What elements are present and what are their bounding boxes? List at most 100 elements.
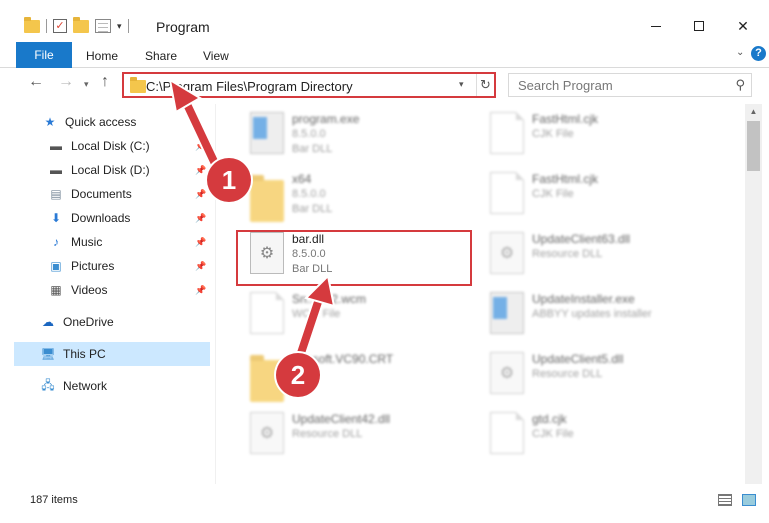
sidebar-item-onedrive[interactable]: ☁ OneDrive <box>40 310 114 334</box>
pin-icon[interactable]: 📌 <box>195 213 206 224</box>
pin-icon[interactable]: 📌 <box>195 261 206 272</box>
pin-icon[interactable]: 📌 <box>195 141 206 152</box>
sidebar-item-pictures[interactable]: ▣ Pictures <box>48 254 114 278</box>
file-name: UpdateClient5.dll <box>532 352 624 366</box>
list-item[interactable]: x64 8.5.0.0 Bar DLL <box>240 168 470 228</box>
minimize-button[interactable] <box>633 10 679 42</box>
sidebar-item-this-pc[interactable]: 🖥 This PC <box>40 342 106 366</box>
close-button[interactable]: ✕ <box>720 10 766 42</box>
search-icon[interactable]: ⚲ <box>735 77 745 93</box>
list-item[interactable]: FastHtml.cjk CJK File <box>480 168 710 228</box>
sidebar-item-network[interactable]: 🖧 Network <box>40 374 107 398</box>
expand-ribbon-icon[interactable]: ⌄ <box>736 47 744 58</box>
file-detail: Bar DLL <box>292 143 333 155</box>
new-folder-icon[interactable] <box>73 16 89 33</box>
file-detail: CJK File <box>532 128 574 140</box>
file-name: Sn...P12.wcm <box>292 292 367 306</box>
scroll-up-icon[interactable]: ▲ <box>745 104 762 120</box>
sidebar-item-local-disk-c[interactable]: ▬ Local Disk (C:) <box>48 134 150 158</box>
tab-share[interactable]: Share <box>145 49 177 63</box>
file-detail: CJK File <box>532 428 574 440</box>
address-row: ← → ▾ ↑ C:\Program Files\Program Directo… <box>0 68 769 100</box>
scrollbar-thumb[interactable] <box>747 121 760 171</box>
document-icon <box>490 412 524 454</box>
vertical-scrollbar[interactable]: ▲ <box>745 104 762 484</box>
tab-file[interactable]: File <box>16 42 72 68</box>
up-arrow-icon[interactable]: ↑ <box>101 73 109 91</box>
sidebar-item-documents[interactable]: ▤ Documents <box>48 182 132 206</box>
properties-check-icon[interactable]: ✓ <box>53 19 67 33</box>
tab-view[interactable]: View <box>203 49 229 63</box>
sidebar-item-music[interactable]: ♪ Music <box>48 230 102 254</box>
list-item[interactable]: UpdateInstaller.exe ABBYY updates instal… <box>480 288 710 348</box>
help-icon[interactable]: ? <box>751 46 766 61</box>
search-input[interactable]: Search Program ⚲ <box>508 73 752 97</box>
document-icon <box>490 172 524 214</box>
pin-icon[interactable]: 📌 <box>195 237 206 248</box>
refresh-icon[interactable]: ↻ <box>476 74 494 96</box>
list-item[interactable]: ...rosoft.VC90.CRT <box>240 348 470 408</box>
folder-icon <box>130 77 146 93</box>
file-detail: CJK File <box>532 188 574 200</box>
list-item[interactable]: ⚙ UpdateClient42.dll Resource DLL <box>240 408 470 468</box>
dll-file-icon: ⚙ <box>250 412 284 454</box>
details-view-icon[interactable] <box>718 494 732 506</box>
sidebar-item-videos[interactable]: ▦ Videos <box>48 278 107 302</box>
forward-arrow-icon[interactable]: → <box>58 73 74 91</box>
file-name: FastHtml.cjk <box>532 172 598 186</box>
large-icons-view-icon[interactable] <box>742 494 756 506</box>
address-path[interactable]: C:\Program Files\Program Directory <box>146 79 353 94</box>
dll-file-icon: ⚙ <box>490 232 524 274</box>
file-detail: Resource DLL <box>532 248 603 260</box>
sidebar-item-label: Documents <box>71 187 132 201</box>
sidebar-item-downloads[interactable]: ⬇ Downloads <box>48 206 130 230</box>
sidebar-item-label: Network <box>63 379 108 393</box>
step-2-badge: 2 <box>276 353 320 397</box>
status-bar: 187 items <box>0 490 769 512</box>
recent-locations-chevron-icon[interactable]: ▾ <box>84 79 89 90</box>
back-arrow-icon[interactable]: ← <box>28 73 44 91</box>
file-detail: 8.5.0.0 <box>292 128 326 140</box>
pin-icon[interactable]: 📌 <box>195 189 206 200</box>
minimize-icon <box>651 25 661 27</box>
file-list: program.exe 8.5.0.0 Bar DLL x64 8.5.0.0 … <box>220 104 745 484</box>
window-title: Program <box>156 19 210 35</box>
list-item[interactable]: FastHtml.cjk CJK File <box>480 108 710 168</box>
address-history-chevron-icon[interactable]: ▾ <box>459 79 464 90</box>
file-name: UpdateClient42.dll <box>292 412 391 426</box>
star-icon: ★ <box>44 115 56 129</box>
pin-icon[interactable]: 📌 <box>195 285 206 296</box>
network-icon: 🖧 <box>41 377 55 392</box>
sidebar-item-quick-access[interactable]: ★ Quick access <box>42 110 137 134</box>
list-item[interactable]: ⚙ UpdateClient5.dll Resource DLL <box>480 348 710 408</box>
folder-icon <box>250 175 284 222</box>
item-count: 187 items <box>30 494 78 506</box>
sidebar-item-label: Quick access <box>65 115 137 129</box>
list-item[interactable]: ⚙ UpdateClient63.dll Resource DLL <box>480 228 710 288</box>
sidebar-item-local-disk-d[interactable]: ▬ Local Disk (D:) <box>48 158 150 182</box>
file-detail: Bar DLL <box>292 203 333 215</box>
music-icon: ♪ <box>53 235 59 249</box>
pictures-icon: ▣ <box>50 259 62 273</box>
file-name: gtd.cjk <box>532 412 567 426</box>
list-item[interactable]: gtd.cjk CJK File <box>480 408 710 468</box>
search-placeholder: Search Program <box>518 78 613 93</box>
rename-icon[interactable] <box>95 19 111 33</box>
maximize-button[interactable] <box>676 10 722 42</box>
tab-home[interactable]: Home <box>86 49 118 63</box>
file-detail: WC... File <box>292 308 341 320</box>
download-icon: ⬇ <box>50 211 62 225</box>
list-item[interactable]: program.exe 8.5.0.0 Bar DLL <box>240 108 470 168</box>
pin-icon[interactable]: 📌 <box>195 165 206 176</box>
sidebar-item-label: Pictures <box>71 259 115 273</box>
customize-toolbar-dropdown-icon[interactable]: ▾ <box>117 21 122 32</box>
maximize-icon <box>694 21 704 31</box>
videos-icon: ▦ <box>50 283 62 297</box>
address-bar[interactable]: C:\Program Files\Program Directory ▾ ↻ <box>122 72 496 98</box>
step-1-badge: 1 <box>207 158 251 202</box>
document-icon <box>250 292 284 334</box>
sidebar-item-label: This PC <box>63 347 106 361</box>
bar-dll-highlight <box>236 230 472 286</box>
file-name: program.exe <box>292 112 360 126</box>
list-item[interactable]: Sn...P12.wcm WC... File <box>240 288 470 348</box>
